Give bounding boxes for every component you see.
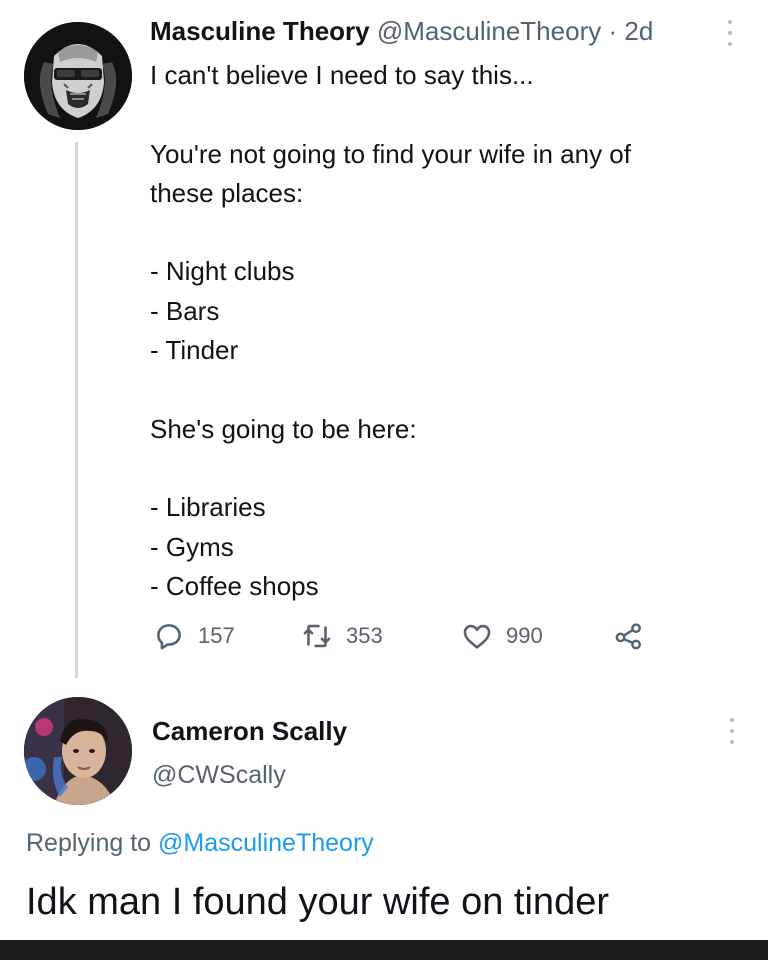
tweet-list-item: - Coffee shops [150,570,319,601]
retweet-icon [303,624,331,648]
reply-count: 157 [198,623,235,648]
more-icon[interactable] [728,718,736,744]
tweet-header: Masculine Theory @MasculineTheory · 2d [150,14,653,48]
tweet-list-item: - Gyms [150,531,234,562]
like-button[interactable]: 990 [460,616,543,656]
tweet-screenshot: Masculine Theory @MasculineTheory · 2d I… [0,0,768,960]
cameron-scally-avatar[interactable] [24,697,132,805]
tweet-line-spacer [150,213,730,252]
more-icon[interactable] [726,20,734,46]
tweet-line: You're not going to find your wife in an… [150,138,631,169]
tweet-list-item: - Tinder [150,335,239,366]
like-count: 990 [506,623,543,648]
tweet-line: I can't believe I need to say this... [150,60,534,90]
skull-mask-avatar-icon [24,22,132,130]
share-icon [615,623,641,650]
replying-to-label: Replying to [26,829,152,857]
tweet-list-item: - Night clubs [150,256,295,287]
reply-body: Idk man I found your wife on tinder [26,881,609,923]
tweet-actions-bar: 157 353 990 [152,616,672,656]
tweet-list-item: - Libraries [150,492,266,523]
reply-icon [157,624,181,650]
masculine-theory-avatar[interactable] [24,22,132,130]
tweet-timestamp[interactable]: 2d [624,16,653,46]
user-photo-avatar-icon [24,697,132,805]
tweet-line-spacer [150,449,730,488]
header-separator: · [608,16,618,46]
tweet-line: these places: [150,177,304,208]
replying-to-line: Replying to @MasculineTheory [26,826,374,860]
retweet-button[interactable]: 353 [300,616,383,656]
tweet-body: I can't believe I need to say this... Yo… [150,56,730,606]
bottom-dark-bar [0,940,768,960]
tweet-list-item: - Bars [150,295,220,326]
tweet-line-spacer [150,95,730,134]
reply-button[interactable]: 157 [152,616,235,656]
tweet-line: She's going to be here: [150,413,417,444]
reply-author-name[interactable]: Cameron Scally [152,714,347,748]
share-button[interactable] [612,616,646,656]
reply-author-handle[interactable]: @CWScally [152,758,286,792]
author-name[interactable]: Masculine Theory [150,16,370,46]
replying-to-mention[interactable]: @MasculineTheory [158,829,374,857]
retweet-count: 353 [346,623,383,648]
author-handle[interactable]: @MasculineTheory [377,16,601,46]
thread-connector-line [75,142,78,678]
tweet-line-spacer [150,370,730,409]
like-icon [463,624,491,649]
